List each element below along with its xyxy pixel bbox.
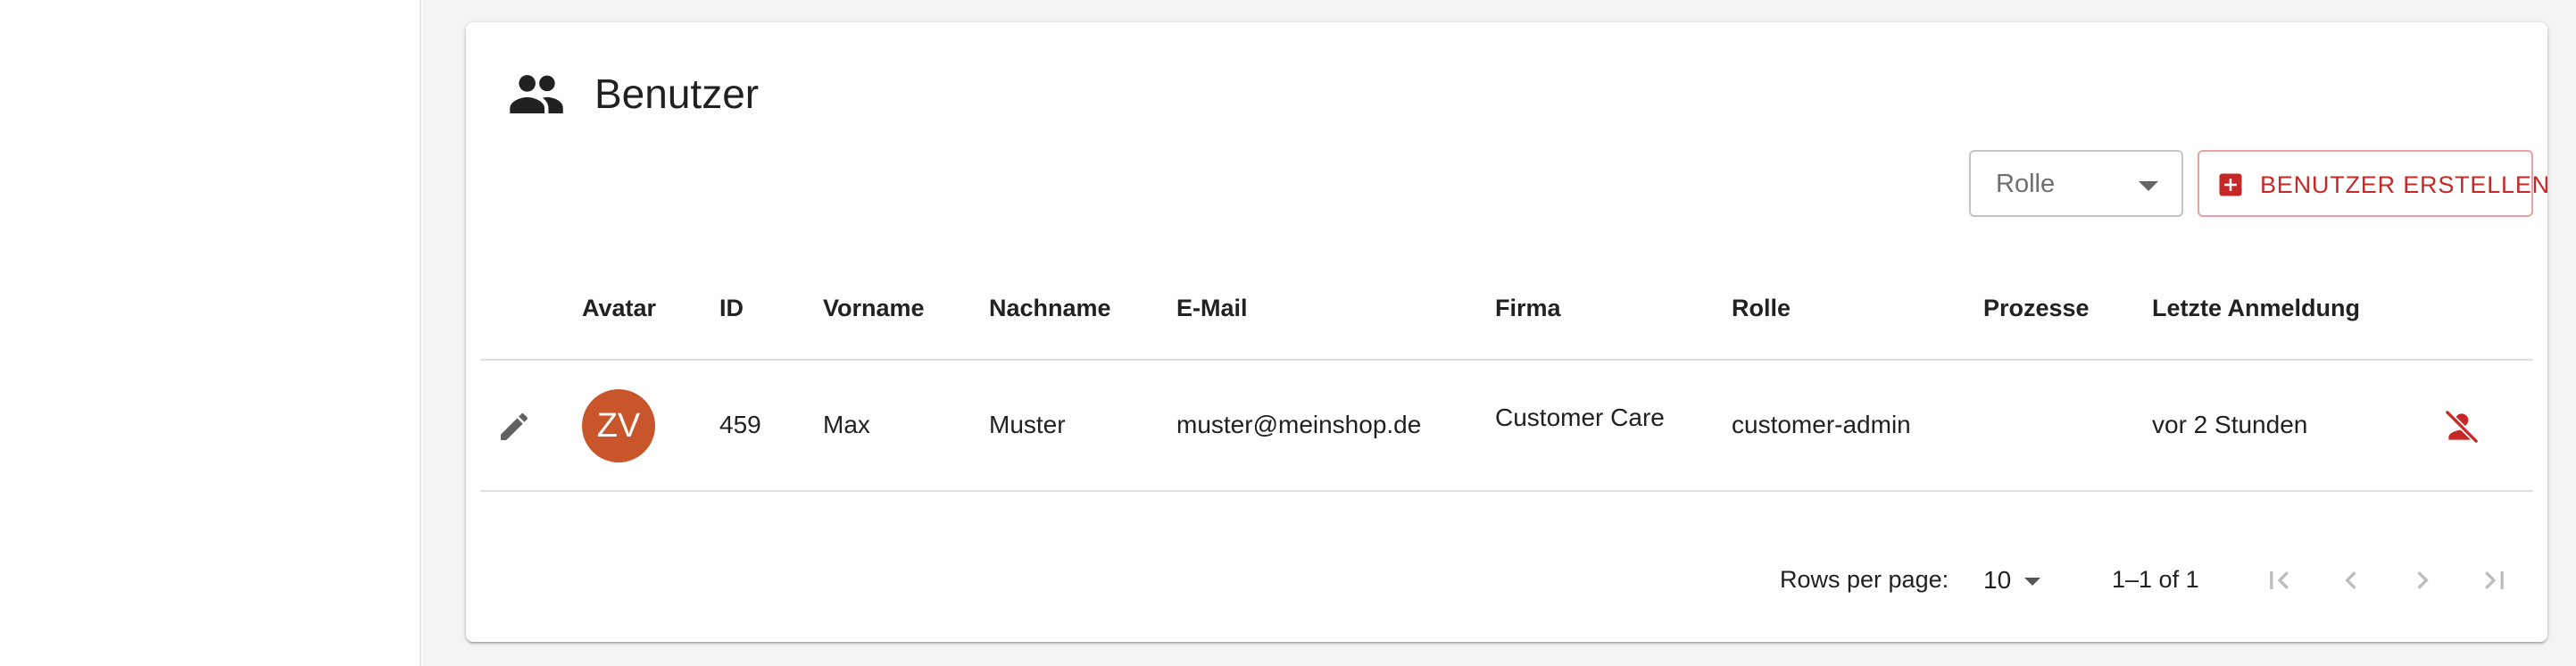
cell-firstname: Max bbox=[823, 411, 870, 438]
cell-role: customer-admin bbox=[1732, 411, 1911, 438]
cell-id: 459 bbox=[719, 411, 761, 438]
caret-down-icon bbox=[2139, 181, 2158, 191]
cell-last-login: vor 2 Stunden bbox=[2152, 411, 2308, 438]
column-header-id[interactable]: ID bbox=[719, 295, 744, 322]
pencil-icon[interactable] bbox=[496, 409, 532, 445]
header-divider bbox=[480, 359, 2533, 361]
create-user-label: BENUTZER ERSTELLEN bbox=[2260, 171, 2550, 198]
caret-down-icon bbox=[2024, 578, 2040, 586]
column-header-lastname[interactable]: Nachname bbox=[989, 295, 1111, 322]
column-header-firstname[interactable]: Vorname bbox=[823, 295, 925, 322]
avatar: ZV bbox=[582, 389, 655, 462]
add-box-icon bbox=[2219, 173, 2242, 196]
chevron-left-icon[interactable] bbox=[2333, 562, 2369, 598]
page-title: Benutzer bbox=[594, 71, 760, 117]
chevron-right-icon[interactable] bbox=[2405, 562, 2440, 598]
row-divider bbox=[480, 490, 2533, 492]
role-select[interactable]: Rolle bbox=[1969, 150, 2183, 217]
column-header-company[interactable]: Firma bbox=[1495, 295, 1561, 322]
rows-per-page-label: Rows per page: bbox=[1780, 566, 1949, 593]
cell-lastname: Muster bbox=[989, 411, 1066, 438]
rows-per-page-value: 10 bbox=[1983, 566, 2012, 594]
person-off-icon[interactable] bbox=[2442, 407, 2481, 446]
column-header-processes[interactable]: Prozesse bbox=[1983, 295, 2090, 322]
column-header-avatar[interactable]: Avatar bbox=[582, 295, 656, 322]
users-card bbox=[466, 22, 2547, 642]
column-header-email[interactable]: E-Mail bbox=[1176, 295, 1248, 322]
create-user-button[interactable]: BENUTZER ERSTELLEN bbox=[2198, 150, 2549, 217]
rows-per-page-select[interactable]: 10 bbox=[1982, 562, 2044, 598]
pagination-range: 1–1 of 1 bbox=[2112, 566, 2199, 593]
left-panel bbox=[0, 0, 421, 666]
cell-company: Customer Care bbox=[1495, 404, 1665, 431]
last-page-icon[interactable] bbox=[2476, 562, 2512, 598]
first-page-icon[interactable] bbox=[2262, 562, 2298, 598]
role-select-label: Rolle bbox=[1996, 170, 2056, 198]
cell-email: muster@meinshop.de bbox=[1176, 411, 1422, 438]
people-icon bbox=[510, 75, 563, 113]
column-header-last-login[interactable]: Letzte Anmeldung bbox=[2152, 295, 2360, 322]
column-header-role[interactable]: Rolle bbox=[1732, 295, 1791, 322]
